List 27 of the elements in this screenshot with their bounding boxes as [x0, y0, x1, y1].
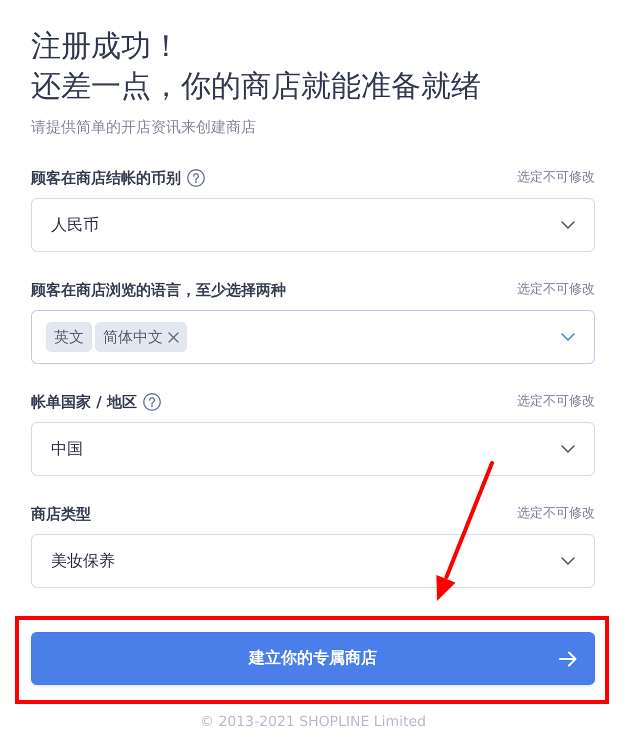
- field-note: 选定不可修改: [517, 169, 595, 187]
- select-field[interactable]: 中国: [31, 422, 595, 476]
- help-icon[interactable]: [142, 393, 161, 411]
- chevron-down-icon: [561, 557, 575, 565]
- close-icon[interactable]: [168, 332, 179, 342]
- field-note: 选定不可修改: [517, 393, 595, 411]
- chevron-down-icon: [561, 445, 575, 453]
- chevron-down-icon: [561, 221, 575, 229]
- select-field[interactable]: 美妆保养: [31, 534, 595, 588]
- field-label: 帐单国家 / 地区: [31, 392, 137, 412]
- language-chip[interactable]: 简体中文: [95, 322, 187, 352]
- field-note: 选定不可修改: [517, 505, 595, 523]
- field-label: 商店类型: [31, 504, 91, 524]
- select-field[interactable]: 英文 简体中文: [31, 310, 595, 364]
- copyright-text: © 2013-2021 SHOPLINE Limited: [200, 713, 426, 732]
- help-icon[interactable]: [187, 169, 205, 187]
- select-field[interactable]: 人民币: [31, 198, 595, 252]
- language-chip[interactable]: 英文: [46, 322, 92, 352]
- arrow-right-icon: [559, 650, 577, 666]
- page-subtitle: 请提供简单的开店资讯来创建商店: [31, 117, 256, 137]
- page-title: 还差一点，你的商店就能准备就绪: [31, 68, 481, 106]
- chevron-down-icon: [561, 333, 575, 341]
- create-store-button[interactable]: 建立你的专属商店: [31, 632, 595, 685]
- field-note: 选定不可修改: [517, 281, 595, 299]
- page-title: 注册成功！: [31, 28, 181, 66]
- field-label: 顾客在商店浏览的语言，至少选择两种: [31, 280, 286, 300]
- field-label: 顾客在商店结帐的币别: [31, 168, 181, 188]
